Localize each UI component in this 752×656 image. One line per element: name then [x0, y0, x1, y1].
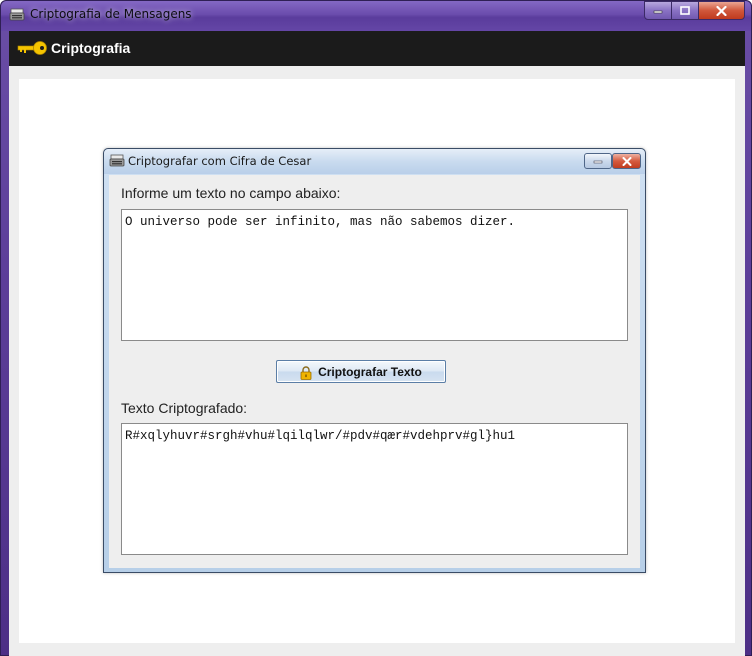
- typewriter-icon: [109, 153, 125, 169]
- output-label: Texto Criptografado:: [121, 400, 248, 416]
- dialog-close-button[interactable]: [612, 153, 641, 169]
- cipher-dialog: Criptografar com Cifra de Cesar Informe …: [103, 148, 646, 573]
- minimize-icon: [593, 160, 603, 164]
- app-title: Criptografia: [51, 40, 131, 56]
- typewriter-icon: [9, 7, 25, 23]
- minimize-icon: [653, 10, 663, 13]
- app-header: Criptografia: [9, 31, 745, 66]
- lock-icon: [300, 365, 312, 380]
- key-icon: [17, 40, 47, 56]
- encrypt-button-label: Criptografar Texto: [318, 364, 422, 379]
- maximize-icon: [680, 6, 690, 15]
- maximize-button[interactable]: [671, 1, 699, 20]
- close-icon: [716, 5, 727, 16]
- encrypt-button[interactable]: Criptografar Texto: [276, 360, 446, 383]
- ciphertext-output[interactable]: R#xqlyhuvr#srgh#vhu#lqilqlwr/#pdv#qær#vd…: [121, 423, 628, 555]
- minimize-button[interactable]: [644, 1, 672, 20]
- dialog-title: Criptografar com Cifra de Cesar: [128, 154, 312, 168]
- input-label: Informe um texto no campo abaixo:: [121, 185, 341, 201]
- plaintext-input[interactable]: O universo pode ser infinito, mas não sa…: [121, 209, 628, 341]
- window-title: Criptografia de Mensagens: [30, 7, 192, 21]
- window-titlebar[interactable]: Criptografia de Mensagens: [1, 1, 751, 31]
- close-button[interactable]: [698, 1, 745, 20]
- dialog-client-area: Informe um texto no campo abaixo: O univ…: [109, 175, 640, 568]
- close-icon: [622, 156, 631, 166]
- dialog-titlebar[interactable]: Criptografar com Cifra de Cesar: [104, 149, 645, 174]
- dialog-minimize-button[interactable]: [584, 153, 612, 169]
